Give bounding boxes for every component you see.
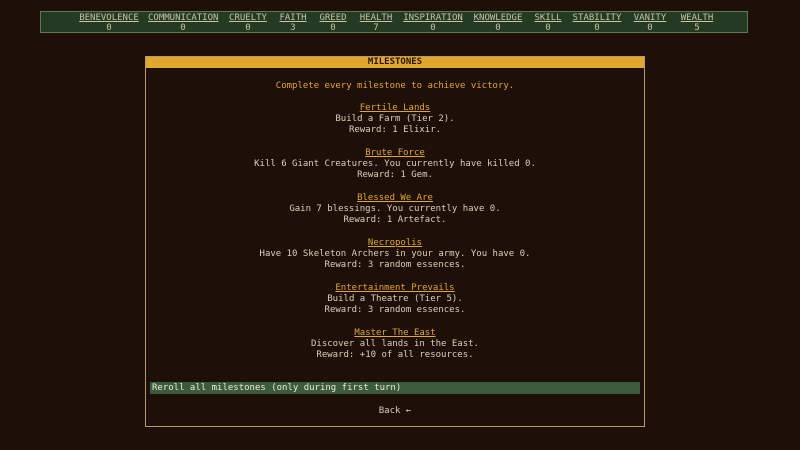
resource-name: STABILITY bbox=[572, 13, 622, 23]
resource-name: KNOWLEDGE bbox=[473, 13, 523, 23]
milestone-item: Necropolis Have 10 Skeleton Archers in y… bbox=[146, 238, 644, 271]
panel-title: MILESTONES bbox=[146, 57, 644, 68]
resource-value: 0 bbox=[545, 23, 551, 33]
milestone-reward: Reward: 3 random essences. bbox=[324, 305, 466, 315]
resource-bar: BENEVOLENCE 0 COMMUNICATION 0 CRUELTY 0 … bbox=[40, 11, 748, 33]
milestone-item: Brute Force Kill 6 Giant Creatures. You … bbox=[146, 148, 644, 181]
resource-value: 0 bbox=[106, 23, 112, 33]
resource-health: HEALTH 7 bbox=[356, 13, 396, 33]
milestone-reward: Reward: 1 Elixir. bbox=[348, 125, 442, 135]
resource-name: BENEVOLENCE bbox=[79, 13, 139, 23]
resource-name: VANITY bbox=[633, 13, 667, 23]
resource-name: WEALTH bbox=[680, 13, 714, 23]
resource-value: 0 bbox=[330, 23, 336, 33]
resource-value: 0 bbox=[495, 23, 501, 33]
resource-greed: GREED 0 bbox=[318, 13, 348, 33]
resource-skill: SKILL 0 bbox=[533, 13, 563, 33]
resource-stability: STABILITY 0 bbox=[572, 13, 622, 33]
resource-value: 0 bbox=[430, 23, 436, 33]
resource-faith: FAITH 3 bbox=[278, 13, 308, 33]
milestone-title[interactable]: Master The East bbox=[354, 328, 435, 339]
resource-name: SKILL bbox=[534, 13, 562, 23]
resource-value: 5 bbox=[694, 23, 700, 33]
resource-name: HEALTH bbox=[359, 13, 393, 23]
resource-inspiration: INSPIRATION 0 bbox=[403, 13, 463, 33]
resource-knowledge: KNOWLEDGE 0 bbox=[472, 13, 524, 33]
milestone-description: Build a Theatre (Tier 5). bbox=[327, 294, 463, 304]
milestone-description: Gain 7 blessings. You currently have 0. bbox=[289, 204, 501, 214]
milestone-item: Entertainment Prevails Build a Theatre (… bbox=[146, 283, 644, 316]
milestones-intro: Complete every milestone to achieve vict… bbox=[275, 81, 515, 91]
resource-name: COMMUNICATION bbox=[148, 13, 219, 23]
resource-name: CRUELTY bbox=[229, 13, 267, 23]
milestone-reward: Reward: 1 Gem. bbox=[357, 170, 433, 180]
milestone-title[interactable]: Fertile Lands bbox=[360, 103, 430, 114]
resource-value: 0 bbox=[647, 23, 653, 33]
milestones-panel: MILESTONES Complete every milestone to a… bbox=[145, 56, 645, 427]
back-button[interactable]: Back ← bbox=[146, 406, 644, 416]
resource-value: 7 bbox=[373, 23, 379, 33]
milestone-title[interactable]: Entertainment Prevails bbox=[335, 283, 454, 294]
resource-name: FAITH bbox=[279, 13, 307, 23]
resource-name: INSPIRATION bbox=[403, 13, 463, 23]
milestone-title[interactable]: Necropolis bbox=[368, 238, 422, 249]
milestone-title[interactable]: Blessed We Are bbox=[357, 193, 433, 204]
resource-communication: COMMUNICATION 0 bbox=[148, 13, 218, 33]
milestone-description: Build a Farm (Tier 2). bbox=[335, 114, 455, 124]
reroll-milestones-button[interactable]: Reroll all milestones (only during first… bbox=[150, 382, 640, 394]
milestone-description: Discover all lands in the East. bbox=[311, 339, 479, 349]
milestone-reward: Reward: 1 Artefact. bbox=[343, 215, 447, 225]
resource-value: 0 bbox=[245, 23, 251, 33]
resource-cruelty: CRUELTY 0 bbox=[227, 13, 269, 33]
resource-benevolence: BENEVOLENCE 0 bbox=[79, 13, 139, 33]
resource-wealth: WEALTH 5 bbox=[677, 13, 717, 33]
resource-value: 3 bbox=[290, 23, 296, 33]
milestone-item: Master The East Discover all lands in th… bbox=[146, 328, 644, 361]
milestone-item: Blessed We Are Gain 7 blessings. You cur… bbox=[146, 193, 644, 226]
resource-value: 0 bbox=[180, 23, 186, 33]
milestone-description: Have 10 Skeleton Archers in your army. Y… bbox=[259, 249, 531, 259]
resource-vanity: VANITY 0 bbox=[630, 13, 670, 33]
milestone-description: Kill 6 Giant Creatures. You currently ha… bbox=[254, 159, 536, 169]
resource-name: GREED bbox=[319, 13, 347, 23]
milestone-reward: Reward: +10 of all resources. bbox=[316, 350, 474, 360]
milestone-reward: Reward: 3 random essences. bbox=[324, 260, 466, 270]
milestone-item: Fertile Lands Build a Farm (Tier 2). Rew… bbox=[146, 103, 644, 136]
resource-value: 0 bbox=[594, 23, 600, 33]
milestone-title[interactable]: Brute Force bbox=[365, 148, 425, 159]
